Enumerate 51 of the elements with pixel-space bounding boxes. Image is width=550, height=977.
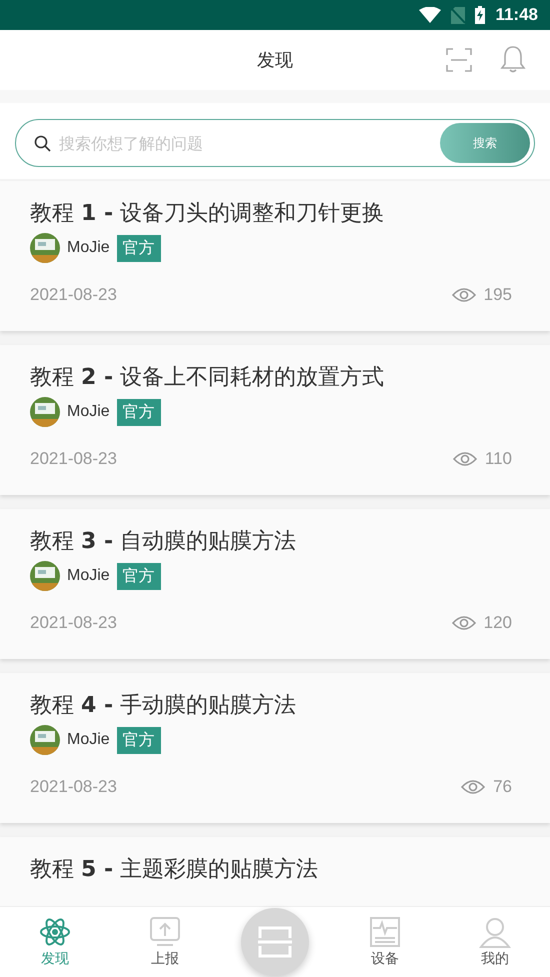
official-tag: 官方 [116, 562, 161, 590]
eye-icon [452, 615, 476, 631]
author-name: MoJie [67, 567, 110, 585]
post-date: 2021-08-23 [30, 449, 118, 469]
official-tag: 官方 [116, 398, 161, 426]
nav-tab[interactable]: 设备 [330, 907, 440, 977]
avatar [30, 561, 60, 591]
upload-icon [148, 916, 182, 948]
page-title: 发现 [257, 49, 293, 72]
person-icon [478, 916, 512, 948]
eye-icon [461, 779, 486, 795]
avatar [30, 725, 60, 755]
scan-button[interactable] [241, 908, 309, 976]
monitor-icon [368, 916, 402, 948]
view-count: 195 [484, 285, 512, 305]
search-icon [34, 134, 51, 152]
post-card[interactable]: 教程 4 - 手动膜的贴膜方法 MoJie 官方 2021-08-23 76 [0, 673, 550, 823]
nav-tab[interactable]: 上报 [110, 907, 220, 977]
view-count: 76 [493, 777, 512, 797]
scan-icon[interactable] [446, 48, 472, 72]
post-card[interactable]: 教程 1 - 设备刀头的调整和刀针更换 MoJie 官方 2021-08-23 195 [0, 181, 550, 331]
author-name: MoJie [67, 731, 110, 749]
atom-icon [38, 916, 72, 948]
post-date: 2021-08-23 [30, 613, 118, 633]
eye-icon [452, 287, 476, 303]
post-card[interactable]: 教程 5 - 主题彩膜的贴膜方法 [0, 837, 550, 906]
author-name: MoJie [67, 403, 110, 421]
view-count: 120 [484, 613, 512, 633]
battery-charging-icon [475, 6, 486, 24]
post-title: 教程 1 - 设备刀头的调整和刀针更换 [30, 200, 386, 228]
scan-icon [258, 926, 292, 958]
avatar [30, 397, 60, 427]
post-title: 教程 3 - 自动膜的贴膜方法 [30, 528, 298, 556]
view-count: 110 [484, 449, 512, 469]
post-title: 教程 4 - 手动膜的贴膜方法 [30, 692, 298, 720]
post-card[interactable]: 教程 3 - 自动膜的贴膜方法 MoJie 官方 2021-08-23 120 [0, 509, 550, 659]
post-title: 教程 5 - 主题彩膜的贴膜方法 [30, 856, 320, 884]
wifi-icon [419, 7, 442, 23]
official-tag: 官方 [116, 726, 161, 754]
post-card[interactable]: 教程 2 - 设备上不同耗材的放置方式 MoJie 官方 2021-08-23 110 [0, 345, 550, 495]
post-date: 2021-08-23 [30, 285, 118, 305]
bell-icon[interactable] [500, 45, 526, 73]
author-name: MoJie [67, 239, 110, 257]
official-tag: 官方 [116, 234, 161, 262]
clock-time: 11:48 [495, 5, 538, 25]
post-date: 2021-08-23 [30, 777, 118, 797]
post-title: 教程 2 - 设备上不同耗材的放置方式 [30, 364, 386, 392]
no-sim-icon [451, 6, 466, 24]
nav-tab[interactable]: 我的 [440, 907, 550, 977]
avatar [30, 233, 60, 263]
eye-icon [452, 451, 477, 467]
